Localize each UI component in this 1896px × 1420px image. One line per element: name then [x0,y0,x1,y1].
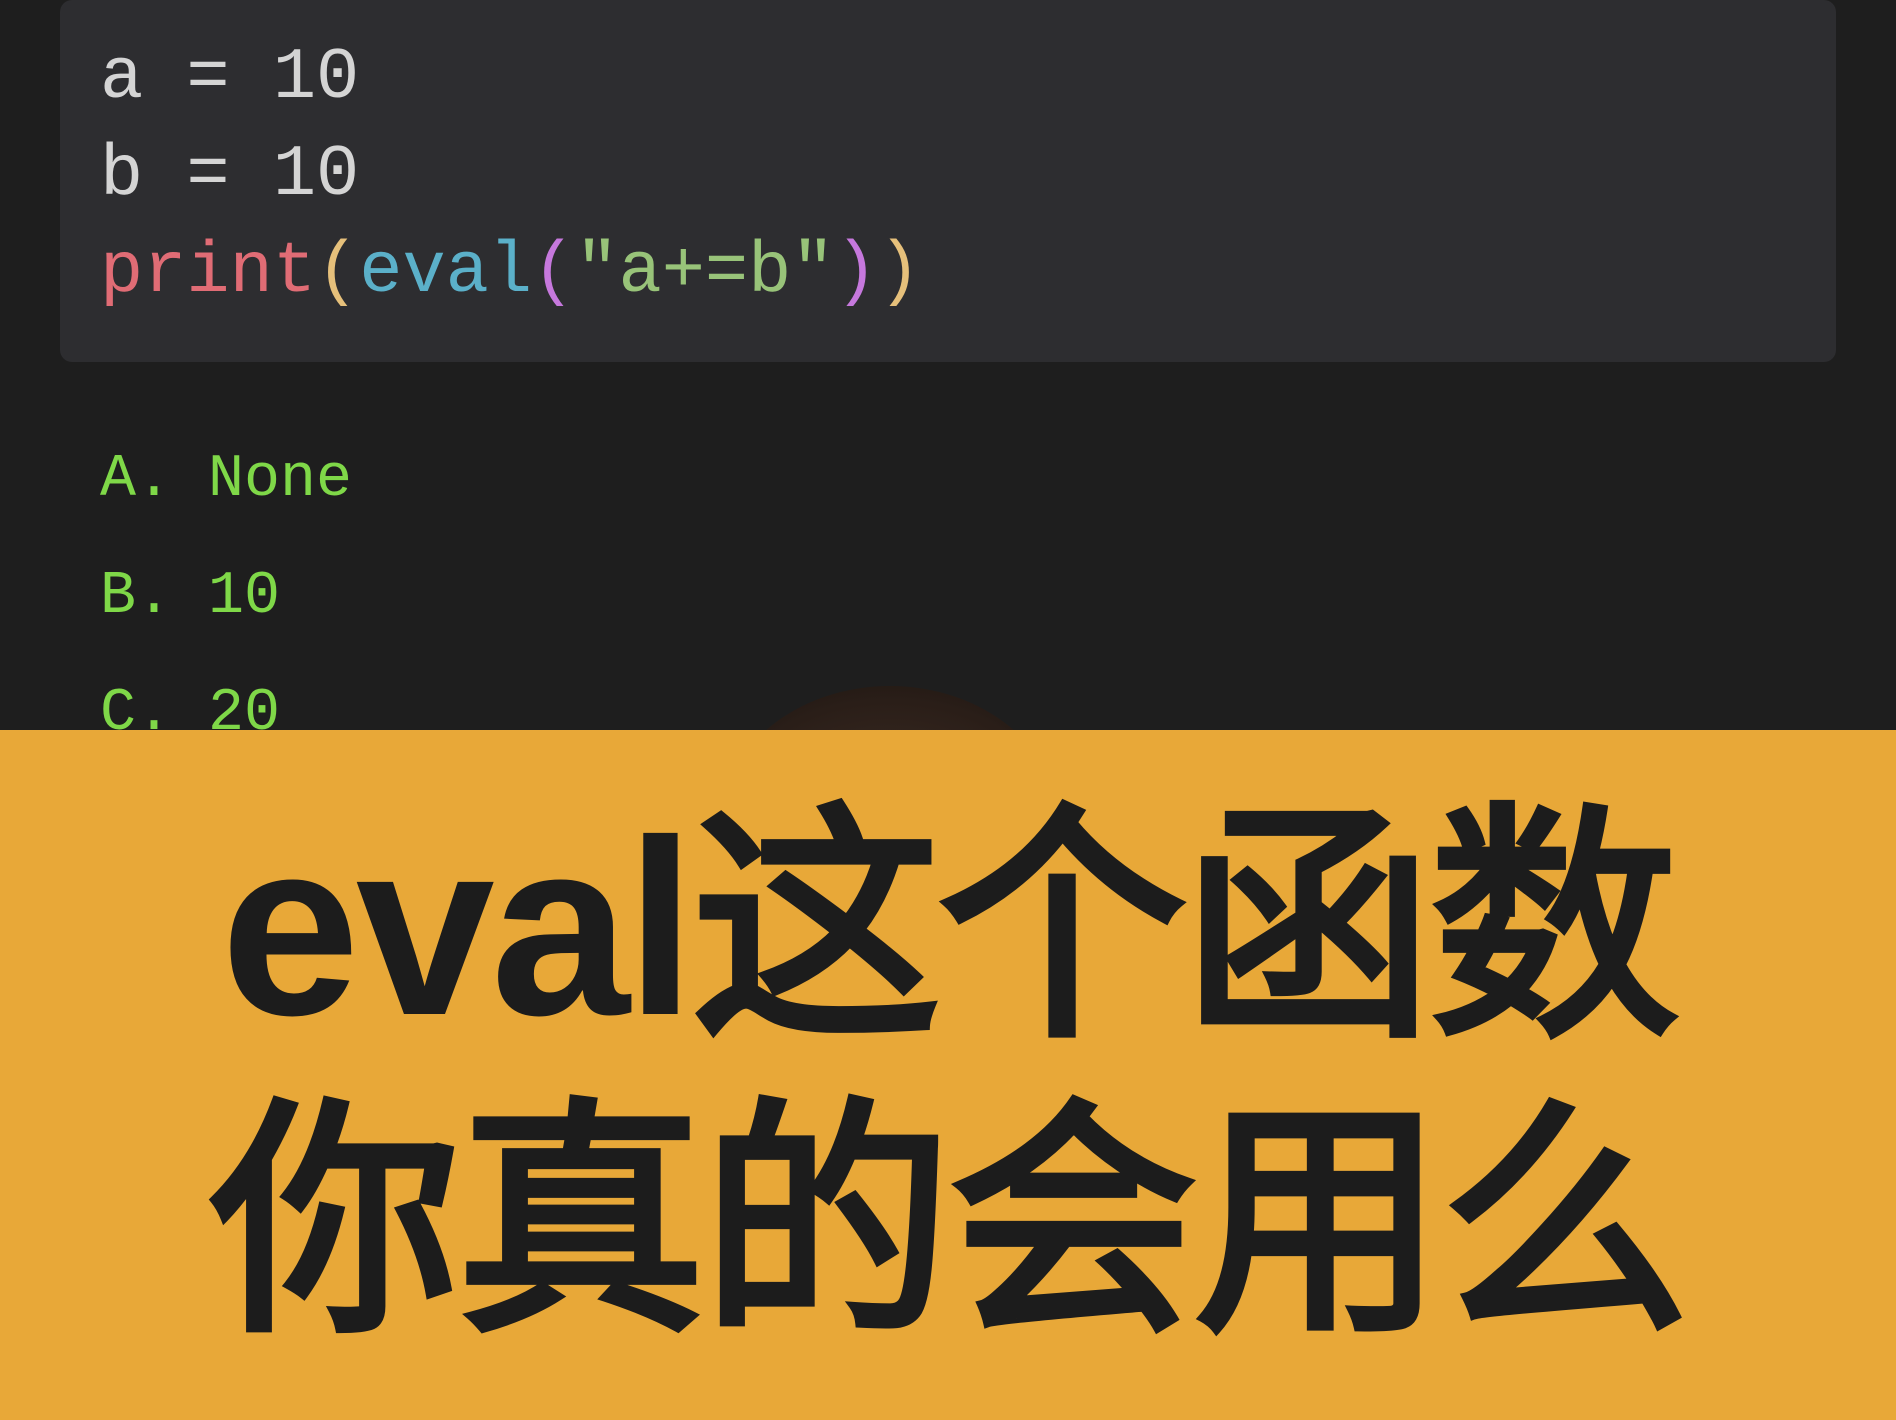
banner-line-1: eval这个函数 [221,780,1676,1075]
banner-line-2: 你真的会用么 [210,1075,1686,1370]
option-a: A. None [100,422,1896,539]
code-num-10a: 10 [273,37,359,119]
code-string: "a+=b" [575,231,834,313]
code-func-eval: eval [359,231,532,313]
code-var-a: a [100,37,143,119]
code-paren-open2: ( [532,231,575,313]
code-num-10b: 10 [273,134,359,216]
code-line-2: b = 10 [100,127,1796,224]
code-op-eq1: = [143,37,273,119]
option-b: B. 10 [100,539,1896,656]
code-paren-close1: ) [878,231,921,313]
code-paren-open1: ( [316,231,359,313]
code-line-3: print(eval("a+=b")) [100,224,1796,321]
code-block: a = 10 b = 10 print(eval("a+=b")) [60,0,1836,362]
code-var-b: b [100,134,143,216]
code-paren-close2: ) [835,231,878,313]
code-op-eq2: = [143,134,273,216]
title-banner: eval这个函数 你真的会用么 [0,730,1896,1420]
code-line-1: a = 10 [100,30,1796,127]
code-func-print: print [100,231,316,313]
